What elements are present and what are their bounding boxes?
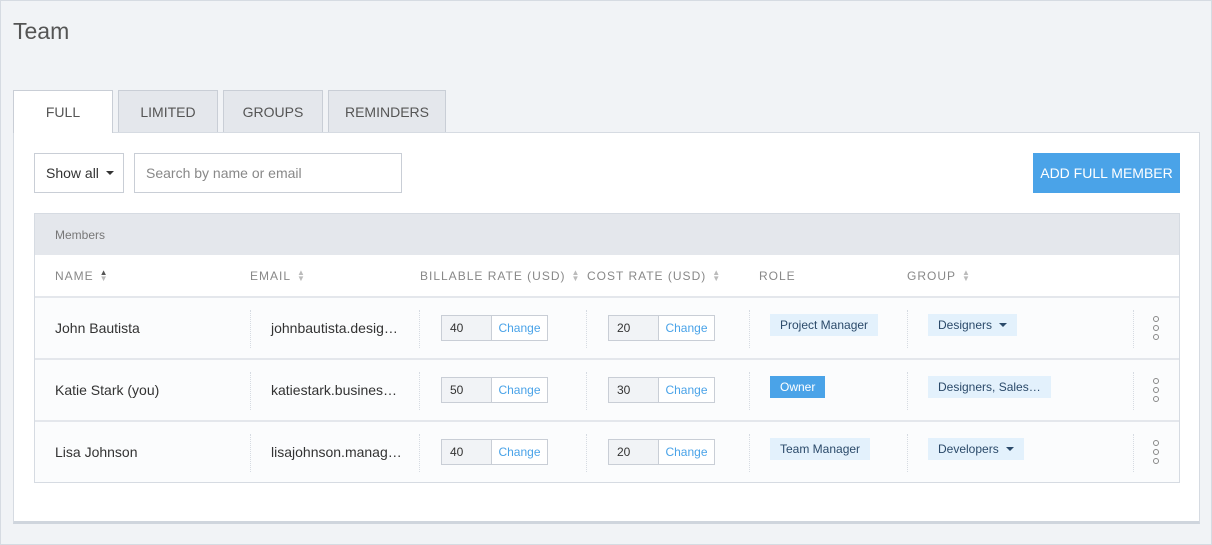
group-dropdown[interactable]: Designers, Sales… bbox=[928, 376, 1051, 398]
members-table: Members NAME ▲ ▼ EMAIL ▲ ▼ BILLABLE RATE (US… bbox=[34, 213, 1180, 483]
column-label: NAME bbox=[55, 269, 94, 283]
column-label: GROUP bbox=[907, 269, 957, 283]
cost-rate-value: 20 bbox=[609, 316, 659, 340]
divider bbox=[419, 310, 420, 348]
divider bbox=[1133, 372, 1134, 410]
billable-rate-field: 40 Change bbox=[441, 315, 548, 341]
billable-rate-value: 50 bbox=[442, 378, 492, 402]
group-label: Designers bbox=[938, 318, 993, 332]
member-email: katiestark.busines… bbox=[271, 382, 398, 398]
tab-groups[interactable]: GROUPS bbox=[223, 90, 323, 132]
table-row: John Bautista johnbautista.desig… 40 Chan… bbox=[35, 296, 1179, 358]
billable-rate-field: 50 Change bbox=[441, 377, 548, 403]
divider bbox=[907, 372, 908, 410]
filter-select[interactable]: Show all bbox=[34, 153, 124, 193]
role-badge[interactable]: Owner bbox=[770, 376, 826, 398]
table-row: Katie Stark (you) katiestark.busines… 50… bbox=[35, 358, 1179, 420]
caret-down-icon bbox=[105, 171, 114, 175]
column-label: EMAIL bbox=[250, 269, 292, 283]
divider bbox=[586, 434, 587, 472]
sort-icon: ▲ ▼ bbox=[571, 268, 581, 283]
more-options-icon[interactable] bbox=[1153, 378, 1159, 402]
column-label: BILLABLE RATE (USD) bbox=[420, 269, 566, 283]
sort-icon: ▲ ▼ bbox=[962, 268, 971, 283]
cost-rate-value: 30 bbox=[609, 378, 659, 402]
group-label: Designers, Sales… bbox=[938, 380, 1041, 394]
tab-full[interactable]: FULL bbox=[13, 90, 113, 133]
add-full-member-button[interactable]: ADD FULL MEMBER bbox=[1033, 153, 1180, 193]
divider bbox=[419, 372, 420, 410]
divider bbox=[250, 434, 251, 472]
column-header-billable-rate[interactable]: BILLABLE RATE (USD) ▲ ▼ bbox=[420, 268, 581, 284]
divider bbox=[586, 310, 587, 348]
change-cost-rate-button[interactable]: Change bbox=[659, 440, 714, 464]
billable-rate-value: 40 bbox=[442, 440, 492, 464]
role-badge[interactable]: Project Manager bbox=[770, 314, 879, 336]
group-dropdown[interactable]: Designers bbox=[928, 314, 1018, 336]
divider bbox=[250, 310, 251, 348]
member-email: lisajohnson.manag… bbox=[271, 444, 402, 460]
member-name: Katie Stark (you) bbox=[55, 382, 160, 398]
divider bbox=[250, 372, 251, 410]
change-cost-rate-button[interactable]: Change bbox=[659, 316, 714, 340]
cost-rate-value: 20 bbox=[609, 440, 659, 464]
column-header-email[interactable]: EMAIL ▲ ▼ bbox=[250, 268, 306, 284]
column-label: COST RATE (USD) bbox=[587, 269, 707, 283]
divider bbox=[907, 310, 908, 348]
sort-icon: ▲ ▼ bbox=[99, 268, 109, 283]
change-billable-rate-button[interactable]: Change bbox=[492, 440, 547, 464]
member-name: John Bautista bbox=[55, 320, 140, 336]
page-title: Team bbox=[13, 18, 70, 44]
column-label: ROLE bbox=[759, 269, 796, 283]
column-header-group[interactable]: GROUP ▲ ▼ bbox=[907, 268, 971, 284]
member-email: johnbautista.desig… bbox=[271, 320, 398, 336]
cost-rate-field: 30 Change bbox=[608, 377, 715, 403]
sort-icon: ▲ ▼ bbox=[297, 268, 306, 283]
group-label: Developers bbox=[938, 442, 999, 456]
cost-rate-field: 20 Change bbox=[608, 315, 715, 341]
divider bbox=[749, 434, 750, 472]
divider bbox=[1133, 310, 1134, 348]
column-header-name[interactable]: NAME ▲ ▼ bbox=[55, 268, 109, 284]
cost-rate-field: 20 Change bbox=[608, 439, 715, 465]
divider bbox=[749, 310, 750, 348]
tab-reminders[interactable]: REMINDERS bbox=[328, 90, 446, 132]
more-options-icon[interactable] bbox=[1153, 440, 1159, 464]
tab-limited[interactable]: LIMITED bbox=[118, 90, 218, 132]
change-billable-rate-button[interactable]: Change bbox=[492, 378, 547, 402]
caret-down-icon bbox=[1005, 447, 1014, 451]
column-header-cost-rate[interactable]: COST RATE (USD) ▲ ▼ bbox=[587, 268, 722, 284]
billable-rate-field: 40 Change bbox=[441, 439, 548, 465]
divider bbox=[419, 434, 420, 472]
sort-icon: ▲ ▼ bbox=[712, 268, 722, 283]
filter-select-value: Show all bbox=[46, 165, 99, 181]
divider bbox=[749, 372, 750, 410]
member-name: Lisa Johnson bbox=[55, 444, 138, 460]
change-billable-rate-button[interactable]: Change bbox=[492, 316, 547, 340]
billable-rate-value: 40 bbox=[442, 316, 492, 340]
role-badge[interactable]: Team Manager bbox=[770, 438, 871, 460]
divider bbox=[907, 434, 908, 472]
more-options-icon[interactable] bbox=[1153, 316, 1159, 340]
divider bbox=[1133, 434, 1134, 472]
change-cost-rate-button[interactable]: Change bbox=[659, 378, 714, 402]
table-row: Lisa Johnson lisajohnson.manag… 40 Change… bbox=[35, 420, 1179, 482]
divider bbox=[586, 372, 587, 410]
column-header-role: ROLE bbox=[759, 269, 796, 283]
search-input[interactable] bbox=[134, 153, 402, 193]
group-dropdown[interactable]: Developers bbox=[928, 438, 1024, 460]
members-section-header: Members bbox=[35, 214, 1179, 255]
caret-down-icon bbox=[999, 323, 1008, 327]
